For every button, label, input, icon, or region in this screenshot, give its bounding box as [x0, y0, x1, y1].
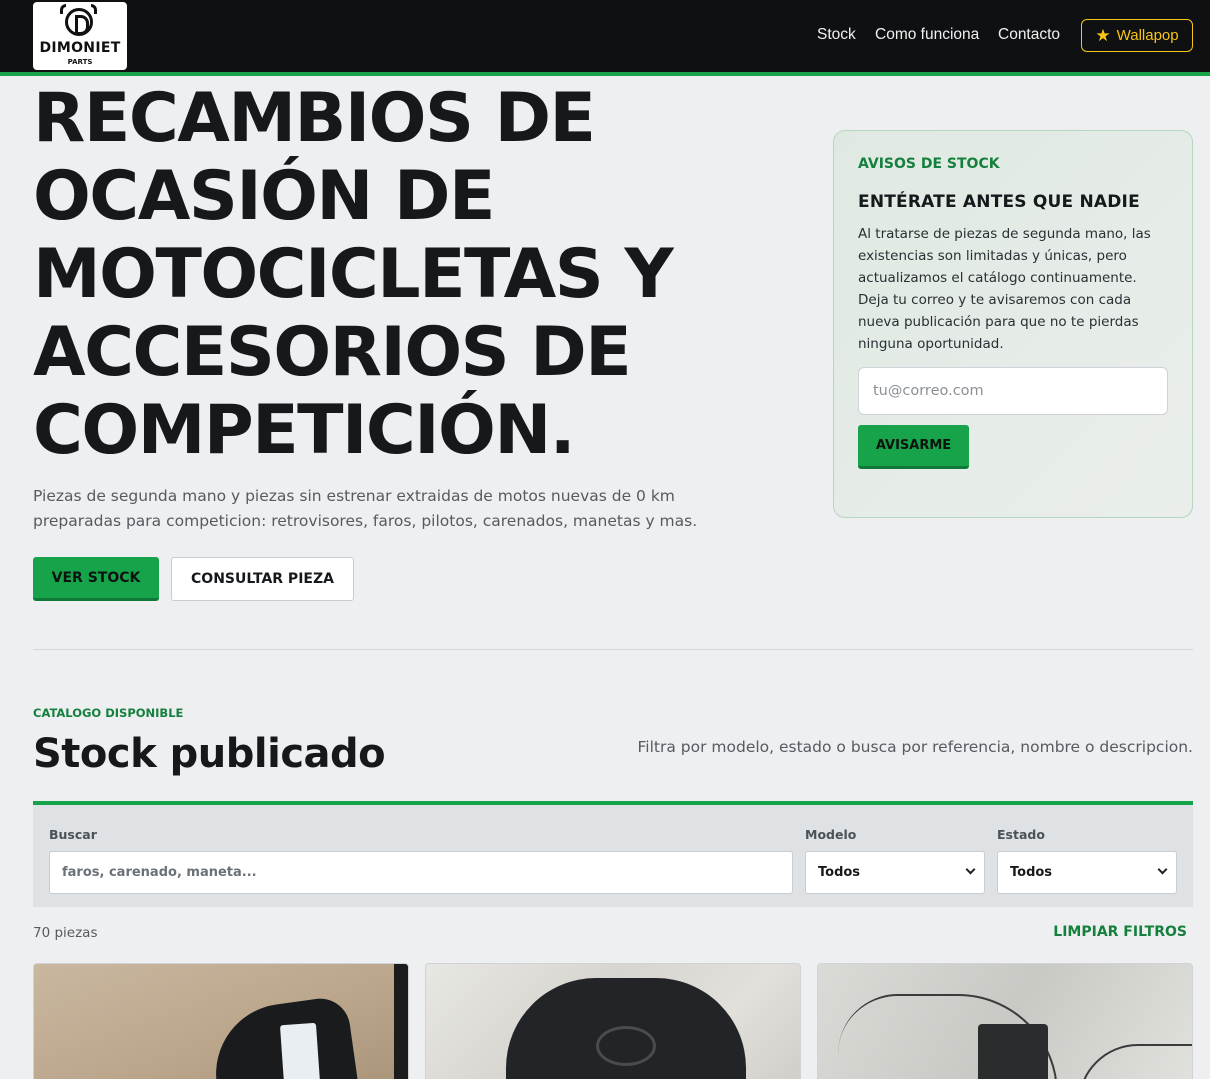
product-card[interactable]	[425, 963, 801, 1079]
search-input[interactable]: faros, carenado, maneta...	[49, 851, 793, 894]
product-label-sticker	[279, 1022, 321, 1079]
product-card[interactable]	[33, 963, 409, 1079]
search-label: Buscar	[49, 827, 97, 842]
logo-d-icon	[65, 8, 93, 36]
state-select[interactable]: Todos	[997, 851, 1177, 894]
product-cable	[1078, 1044, 1192, 1079]
chevron-down-icon	[1157, 864, 1168, 875]
product-card[interactable]	[817, 963, 1193, 1079]
alerts-title: ENTÉRATE ANTES QUE NADIE	[858, 192, 1140, 212]
star-icon: ★	[1095, 26, 1111, 45]
catalog-kicker: CATALOGO DISPONIBLE	[33, 706, 184, 720]
nav-link-how[interactable]: Como funciona	[875, 26, 979, 44]
section-divider	[33, 649, 1193, 650]
hero-title: RECAMBIOS DE OCASIÓN DE MOTOCICLETAS Y A…	[33, 79, 674, 470]
stock-alerts-card: AVISOS DE STOCK ENTÉRATE ANTES QUE NADIE…	[833, 130, 1193, 518]
state-select-value: Todos	[1010, 865, 1053, 880]
chevron-down-icon	[965, 864, 976, 875]
wallapop-label: Wallapop	[1116, 27, 1179, 44]
email-field[interactable]	[858, 367, 1168, 415]
hero-description: Piezas de segunda mano y piezas sin estr…	[33, 487, 698, 530]
wallapop-button[interactable]: ★ Wallapop	[1081, 19, 1193, 52]
clear-filters-link[interactable]: LIMPIAR FILTROS	[1053, 924, 1187, 940]
stock-title: Stock publicado	[33, 731, 386, 777]
state-label: Estado	[997, 827, 1045, 842]
product-image-detail	[596, 1026, 656, 1066]
results-count: 70 piezas	[33, 925, 98, 941]
alerts-description: Al tratarse de piezas de segunda mano, l…	[858, 226, 1151, 352]
stock-subtitle: Filtra por modelo, estado o busca por re…	[637, 738, 1194, 756]
nav-link-stock[interactable]: Stock	[817, 26, 856, 44]
filter-bar: Buscar faros, carenado, maneta... Modelo…	[33, 801, 1193, 907]
logo-horn-icon	[91, 4, 97, 14]
model-select[interactable]: Todos	[805, 851, 985, 894]
product-image	[978, 1024, 1048, 1079]
consult-part-button[interactable]: CONSULTAR PIEZA	[171, 557, 354, 601]
logo-horn-icon	[60, 4, 66, 14]
nav-link-contact[interactable]: Contacto	[998, 26, 1060, 44]
product-image-edge	[394, 964, 408, 1079]
brand-name: DIMONIET	[39, 40, 121, 56]
brand-sub: PARTS	[67, 58, 93, 66]
model-label: Modelo	[805, 827, 857, 842]
view-stock-button[interactable]: VER STOCK	[33, 557, 159, 601]
brand-logo[interactable]: DIMONIET PARTS	[33, 2, 127, 70]
top-navbar: DIMONIET PARTS Stock Como funciona Conta…	[0, 0, 1210, 76]
alerts-kicker: AVISOS DE STOCK	[858, 156, 1000, 172]
model-select-value: Todos	[818, 865, 861, 880]
notify-button[interactable]: AVISARME	[858, 425, 969, 469]
